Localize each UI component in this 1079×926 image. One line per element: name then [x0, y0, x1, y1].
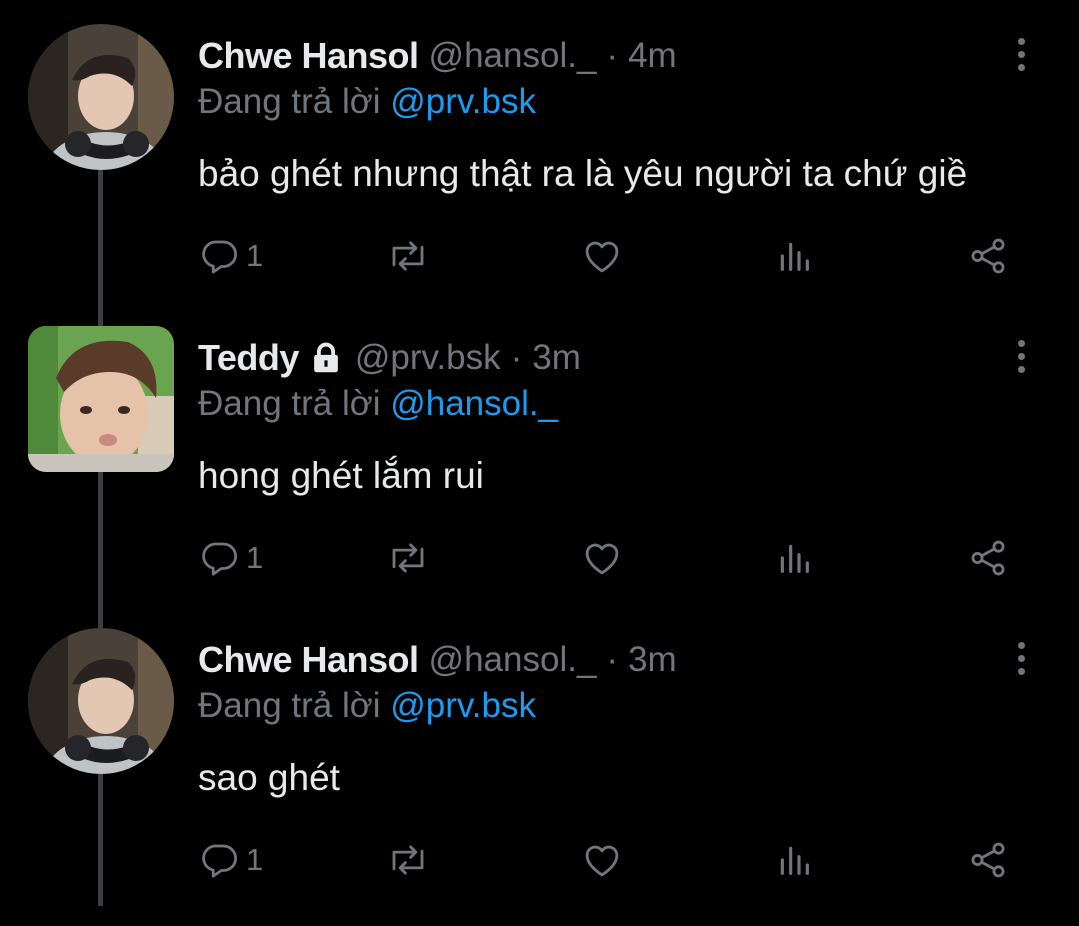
views-button[interactable] [774, 834, 814, 886]
replying-to-label: Đang trả lời [198, 384, 391, 423]
retweet-button[interactable] [384, 230, 432, 282]
views-icon [780, 242, 809, 271]
user-handle[interactable]: @hansol._ [429, 640, 597, 680]
like-button[interactable] [580, 230, 624, 282]
more-options-button[interactable] [1003, 636, 1039, 680]
share-button[interactable] [966, 834, 1010, 886]
tweet[interactable]: Chwe Hansol @hansol._ · 4m Đang trả lời … [0, 20, 1079, 322]
retweet-icon [392, 241, 424, 271]
replying-to: Đang trả lời @prv.bsk [198, 82, 536, 122]
reply-button[interactable]: 1 [198, 834, 263, 886]
more-dot-icon [1017, 641, 1025, 649]
more-dot-icon [1017, 352, 1025, 360]
like-icon [585, 241, 619, 273]
views-button[interactable] [774, 532, 814, 584]
separator-dot: · [606, 640, 619, 679]
user-handle[interactable]: @prv.bsk [355, 338, 501, 378]
avatar[interactable] [28, 24, 174, 170]
share-button[interactable] [966, 532, 1010, 584]
reply-count: 1 [246, 540, 264, 575]
reply-button[interactable]: 1 [198, 230, 263, 282]
tweet-header: Chwe Hansol @hansol._ · 4m [198, 34, 989, 78]
more-dot-icon [1017, 63, 1025, 71]
lock-icon [307, 339, 345, 377]
replying-to-handle-link[interactable]: @prv.bsk [390, 82, 536, 121]
more-options-button[interactable] [1003, 334, 1039, 378]
views-button[interactable] [774, 230, 814, 282]
replying-to-handle-link[interactable]: @hansol._ [390, 384, 558, 423]
more-dot-icon [1017, 37, 1025, 45]
like-button[interactable] [580, 834, 624, 886]
retweet-button[interactable] [384, 834, 432, 886]
reply-count: 1 [246, 842, 264, 877]
retweet-button[interactable] [384, 532, 432, 584]
share-icon [971, 238, 1005, 274]
separator-dot: · [510, 338, 523, 377]
reply-icon [202, 542, 238, 576]
tweet-header: Chwe Hansol @hansol._ · 3m [198, 638, 989, 682]
retweet-icon [392, 845, 424, 875]
tweet-actions: 1 [198, 532, 1018, 584]
replying-to: Đang trả lời @hansol._ [198, 384, 558, 424]
more-dot-icon [1017, 339, 1025, 347]
share-icon [971, 842, 1005, 878]
share-button[interactable] [966, 230, 1010, 282]
views-icon [780, 846, 809, 875]
user-photo-hansol-icon [28, 24, 174, 170]
like-button[interactable] [580, 532, 624, 584]
more-dot-icon [1017, 667, 1025, 675]
avatar[interactable] [28, 628, 174, 774]
more-options-button[interactable] [1003, 32, 1039, 76]
like-icon [585, 543, 619, 575]
tweet-text: sao ghét [198, 757, 340, 798]
replying-to: Đang trả lời @prv.bsk [198, 686, 536, 726]
reply-count: 1 [246, 238, 264, 273]
user-handle[interactable]: @hansol._ [429, 36, 597, 76]
like-icon [585, 845, 619, 877]
tweet-actions: 1 [198, 230, 1018, 282]
more-dot-icon [1017, 365, 1025, 373]
timestamp[interactable]: 3m [628, 640, 677, 680]
user-photo-teddy-icon [28, 326, 174, 472]
reply-icon [202, 844, 238, 878]
display-name[interactable]: Chwe Hansol [198, 35, 419, 77]
avatar[interactable] [28, 326, 174, 472]
tweet-header: Teddy @prv.bsk · 3m [198, 336, 989, 380]
tweet[interactable]: Chwe Hansol @hansol._ · 3m Đang trả lời … [0, 624, 1079, 926]
tweet-text: bảo ghét nhưng thật ra là yêu người ta c… [198, 153, 968, 194]
reply-icon [202, 240, 238, 274]
share-icon [971, 540, 1005, 576]
display-name[interactable]: Teddy [198, 337, 299, 379]
tweet[interactable]: Teddy @prv.bsk · 3m Đang trả lời @hansol… [0, 322, 1079, 624]
tweet-actions: 1 [198, 834, 1018, 886]
reply-thread: Chwe Hansol @hansol._ · 4m Đang trả lời … [0, 0, 1079, 906]
retweet-icon [392, 543, 424, 573]
tweet-text: hong ghét lắm rui [198, 455, 484, 496]
replying-to-handle-link[interactable]: @prv.bsk [390, 686, 536, 725]
timestamp[interactable]: 4m [628, 36, 677, 76]
user-photo-hansol-icon [28, 628, 174, 774]
timestamp[interactable]: 3m [532, 338, 581, 378]
replying-to-label: Đang trả lời [198, 82, 391, 121]
display-name[interactable]: Chwe Hansol [198, 639, 419, 681]
more-dot-icon [1017, 654, 1025, 662]
views-icon [780, 544, 809, 573]
reply-button[interactable]: 1 [198, 532, 263, 584]
replying-to-label: Đang trả lời [198, 686, 391, 725]
separator-dot: · [606, 36, 619, 75]
more-dot-icon [1017, 50, 1025, 58]
